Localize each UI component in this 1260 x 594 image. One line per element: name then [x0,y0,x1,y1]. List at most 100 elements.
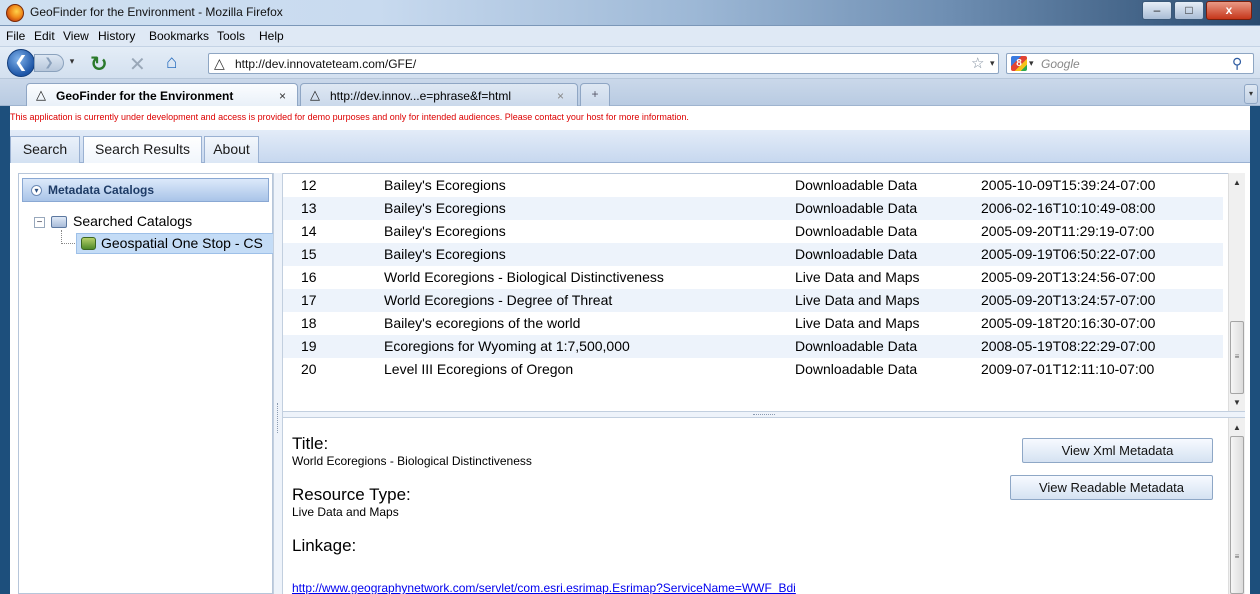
window-title: GeoFinder for the Environment - Mozilla … [30,5,283,19]
scroll-down-icon[interactable]: ▼ [1229,395,1245,411]
menu-bookmarks[interactable]: Bookmarks [149,29,209,43]
table-row[interactable]: 14 Bailey's Ecoregions Downloadable Data… [283,220,1223,243]
menu-history[interactable]: History [98,29,135,43]
history-dropdown-icon[interactable]: ▾ [66,56,78,70]
tab-close-icon[interactable]: × [557,89,564,103]
new-tab-button[interactable]: + [580,83,610,106]
result-title[interactable]: Bailey's Ecoregions [384,197,506,219]
splitter-grip[interactable] [277,403,279,433]
table-row[interactable]: 19 Ecoregions for Wyoming at 1:7,500,000… [283,335,1223,358]
development-notice: This application is currently under deve… [10,106,1250,130]
tab-label[interactable]: http://dev.innov...e=phrase&f=html [330,89,511,103]
scroll-up-icon[interactable]: ▲ [1229,420,1245,436]
magnifier-icon[interactable]: ⚲ [1232,55,1242,72]
result-number: 18 [301,315,317,331]
scroll-thumb[interactable]: ≡ [1230,321,1244,394]
tab-list-icon[interactable]: ▾ [1244,84,1258,104]
forward-button[interactable]: ❯ [34,54,64,72]
result-date: 2005-09-20T11:29:19-07:00 [981,223,1155,239]
search-input[interactable]: Google [1041,57,1080,71]
navigation-toolbar: ❮ ❯ ▾ ↻ ✕ ⌂ △ http://dev.innovateteam.co… [0,47,1260,79]
search-bar[interactable]: 8 ▾ Google ⚲ [1006,53,1254,74]
browser-tab-geofinder[interactable]: △ GeoFinder for the Environment × [26,83,298,106]
minimize-button[interactable]: – [1142,1,1172,20]
metadata-catalogs-title: Metadata Catalogs [48,183,155,197]
url-dropdown-icon[interactable]: ▾ [990,58,995,69]
result-type: Downloadable Data [795,338,918,354]
results-table: 12 Bailey's Ecoregions Downloadable Data… [283,173,1245,411]
url-text[interactable]: http://dev.innovateteam.com/GFE/ [235,57,416,71]
tab-about[interactable]: About [204,136,259,163]
linkage-link[interactable]: http://www.geographynetwork.com/servlet/… [292,581,796,594]
tab-close-icon[interactable]: × [279,89,286,103]
result-date: 2009-07-01T12:11:10-07:00 [981,361,1155,377]
view-xml-metadata-button[interactable]: View Xml Metadata [1022,438,1213,463]
title-value: World Ecoregions - Biological Distinctiv… [292,454,532,468]
tree-node-searched-catalogs[interactable]: − Searched Catalogs [34,213,192,229]
site-favicon-icon[interactable]: △ [214,55,225,72]
result-title[interactable]: Bailey's Ecoregions [384,220,506,242]
view-readable-metadata-button[interactable]: View Readable Metadata [1010,475,1213,500]
scroll-thumb[interactable]: ≡ [1230,436,1244,594]
metadata-catalogs-header[interactable]: ▾ Metadata Catalogs [22,178,269,202]
results-scrollbar[interactable]: ▲ ≡ ▼ [1228,173,1245,411]
stop-icon[interactable]: ✕ [129,52,146,77]
result-title[interactable]: Bailey's Ecoregions [384,174,506,196]
table-row[interactable]: 15 Bailey's Ecoregions Downloadable Data… [283,243,1223,266]
detail-scrollbar[interactable]: ▲ ≡ [1228,418,1245,594]
menu-help[interactable]: Help [259,29,284,43]
linkage-label: Linkage: [292,536,357,555]
close-window-button[interactable]: x [1206,1,1252,20]
result-number: 13 [301,200,317,216]
back-button[interactable]: ❮ [7,49,35,77]
table-row[interactable]: 12 Bailey's Ecoregions Downloadable Data… [283,174,1223,197]
search-engine-dropdown-icon[interactable]: ▾ [1029,58,1034,69]
result-number: 14 [301,223,317,239]
result-title[interactable]: Bailey's ecoregions of the world [384,312,580,334]
tree-collapse-icon[interactable]: − [34,216,45,228]
menu-view[interactable]: View [63,29,89,43]
bookmark-star-icon[interactable]: ☆ [971,54,984,72]
table-row[interactable]: 16 World Ecoregions - Biological Distinc… [283,266,1223,289]
firefox-logo-icon [6,4,24,22]
tab-search-results[interactable]: Search Results [83,136,202,163]
tree-node-label[interactable]: Geospatial One Stop - CS [101,235,263,251]
url-bar[interactable]: △ http://dev.innovateteam.com/GFE/ ☆ ▾ [208,53,999,74]
result-title[interactable]: Ecoregions for Wyoming at 1:7,500,000 [384,335,630,357]
tab-label[interactable]: GeoFinder for the Environment [56,89,233,103]
search-engine-icon[interactable]: 8 [1011,56,1027,71]
tree-node-label[interactable]: Searched Catalogs [73,213,192,229]
splitter-grip[interactable] [753,414,775,415]
menu-tools[interactable]: Tools [217,29,245,43]
result-number: 17 [301,292,317,308]
tree-node-geospatial-one-stop[interactable]: Geospatial One Stop - CS [76,233,274,254]
result-title[interactable]: World Ecoregions - Biological Distinctiv… [384,266,664,288]
resource-type-label: Resource Type: [292,485,411,504]
browser-tab-search[interactable]: △ http://dev.innov...e=phrase&f=html × [300,83,578,106]
reload-icon[interactable]: ↻ [90,52,108,77]
result-title[interactable]: World Ecoregions - Degree of Threat [384,289,612,311]
browser-tab-bar: △ GeoFinder for the Environment × △ http… [0,79,1260,106]
title-label: Title: [292,434,329,453]
result-type: Live Data and Maps [795,315,920,331]
table-row[interactable]: 20 Level III Ecoregions of Oregon Downlo… [283,358,1223,381]
menu-edit[interactable]: Edit [34,29,55,43]
app-tab-bar: Search Search Results About [10,130,1250,163]
horizontal-splitter[interactable] [283,411,1245,418]
scroll-up-icon[interactable]: ▲ [1229,175,1245,191]
result-title[interactable]: Level III Ecoregions of Oregon [384,358,573,380]
menu-file[interactable]: File [6,29,25,43]
table-row[interactable]: 13 Bailey's Ecoregions Downloadable Data… [283,197,1223,220]
result-date: 2005-10-09T15:39:24-07:00 [981,177,1156,193]
result-title[interactable]: Bailey's Ecoregions [384,243,506,265]
maximize-button[interactable]: □ [1174,1,1204,20]
tab-search[interactable]: Search [10,136,80,163]
collapse-toggle-icon[interactable]: ▾ [31,185,42,197]
table-row[interactable]: 17 World Ecoregions - Degree of Threat L… [283,289,1223,312]
result-date: 2005-09-20T13:24:56-07:00 [981,269,1156,285]
home-icon[interactable]: ⌂ [166,52,177,74]
result-type: Downloadable Data [795,200,918,216]
catalog-database-icon [81,237,96,250]
table-row[interactable]: 18 Bailey's ecoregions of the world Live… [283,312,1223,335]
vertical-splitter[interactable] [273,173,283,594]
